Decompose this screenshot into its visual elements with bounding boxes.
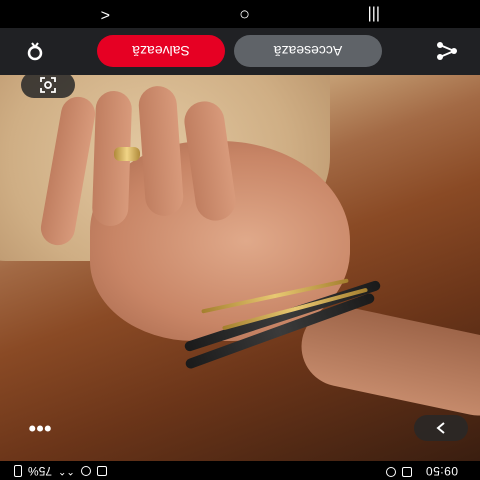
status-bar: 09:50 ⌃⌃ 75% [0, 461, 480, 480]
visual-search-icon [40, 77, 56, 93]
pin-icon [27, 42, 43, 61]
screen: 09:50 ⌃⌃ 75% ••• Accesează Salvează ||| … [0, 0, 480, 480]
pin-board-button[interactable] [25, 37, 45, 62]
sync-notification-icon [386, 467, 396, 477]
share-button[interactable] [436, 36, 458, 61]
more-options-button[interactable]: ••• [20, 415, 60, 441]
save-button[interactable]: Salvează [97, 35, 225, 67]
ring-shape [114, 147, 140, 161]
next-pin-button[interactable] [414, 415, 468, 441]
visual-search-button[interactable] [21, 75, 75, 98]
status-left-icons [386, 467, 412, 477]
navigation-bar: ||| ○ < [0, 0, 480, 28]
visit-button[interactable]: Accesează [234, 35, 382, 67]
share-icon [437, 42, 457, 60]
home-button[interactable]: ○ [239, 4, 250, 25]
status-time: 09:50 [425, 464, 458, 478]
message-icon [96, 466, 107, 476]
more-dots-icon: ••• [28, 416, 52, 441]
battery-icon [14, 465, 22, 477]
location-icon [80, 466, 91, 476]
action-bar: Accesează Salvează [0, 28, 480, 75]
status-right-icons: ⌃⌃ 75% [14, 464, 107, 478]
chevron-right-icon [436, 422, 445, 434]
battery-percent: 75% [28, 464, 53, 478]
recents-button[interactable]: ||| [368, 5, 380, 23]
back-button[interactable]: < [101, 5, 110, 23]
pin-image[interactable]: ••• [0, 75, 480, 461]
wifi-signal-icon: ⌃⌃ [58, 465, 75, 477]
gallery-notification-icon [402, 467, 412, 477]
